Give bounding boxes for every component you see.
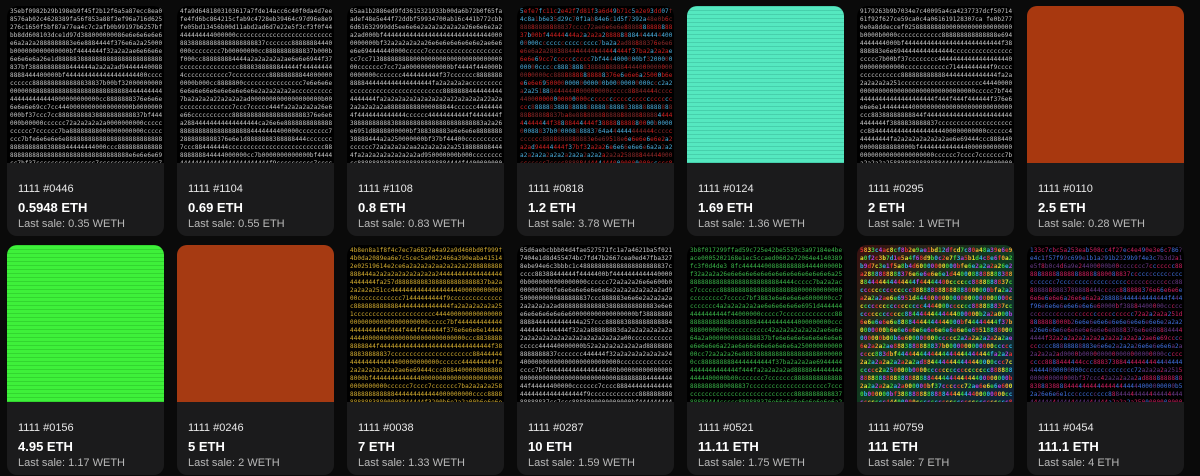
nft-price: 10 ETH (528, 439, 573, 454)
nft-card[interactable]: 4fa9d6481803103617a7fde14acc6c40f0da4d7e… (177, 6, 334, 236)
nft-artwork-image[interactable] (687, 6, 844, 163)
nft-artwork-image[interactable]: 3b8f017299ffad59c725e42be5539c3a97184e4b… (687, 245, 844, 402)
nft-name: 1111 #0446 (18, 183, 74, 195)
nft-card[interactable]: 5efe7fc11c2e42f7d81f3a6d49b71c5a2e93dd07… (517, 6, 674, 236)
nft-price: 2.5 ETH (1038, 200, 1086, 215)
nft-name: 1111 #0124 (698, 183, 754, 195)
nft-price: 0.8 ETH (358, 200, 406, 215)
nft-name: 1111 #0246 (188, 422, 244, 434)
nft-card[interactable]: 1111 #0110 2.5 ETH Last sale: 0.28 WETH (1027, 6, 1184, 236)
nft-last-sale: Last sale: 7 ETH (868, 457, 950, 469)
nft-name: 1111 #1104 (188, 183, 243, 195)
nft-name: 1111 #0287 (528, 422, 584, 434)
nft-card[interactable]: 35ebf0982b29b198eb9f45f2b12f6a5a87ecc8ea… (7, 6, 164, 236)
nft-card[interactable]: 133c7cbc5a253eab508cc4f27ec4e490e3e6c786… (1027, 245, 1184, 475)
nft-artwork-image[interactable]: 65d6aebcbbb04d4fae527571fc1a7a4621ba5f02… (517, 245, 674, 402)
nft-artwork-image[interactable]: 35ebf0982b29b198eb9f45f2b12f6a5a87ecc8ea… (7, 6, 164, 163)
nft-last-sale: Last sale: 3.78 WETH (528, 218, 635, 230)
nft-last-sale: Last sale: 1.59 WETH (528, 457, 635, 469)
nft-name: 1111 #0759 (868, 422, 924, 434)
nft-artwork-image[interactable]: 5efe7fc11c2e42f7d81f3a6d49b71c5a2e93dd07… (517, 6, 674, 163)
nft-artwork-image[interactable] (177, 245, 334, 402)
nft-last-sale: Last sale: 2 WETH (188, 457, 280, 469)
nft-artwork-image[interactable]: 4fa9d6481803103617a7fde14acc6c40f0da4d7e… (177, 6, 334, 163)
nft-name: 1111 #0038 (358, 422, 414, 434)
nft-last-sale: Last sale: 0.55 ETH (188, 218, 285, 230)
nft-name: 1111 #0110 (1038, 183, 1093, 195)
nft-price: 11.11 ETH (698, 439, 759, 454)
nft-card[interactable]: 1111 #0124 1.69 ETH Last sale: 1.36 WETH (687, 6, 844, 236)
nft-name: 1111 #0295 (868, 183, 924, 195)
nft-card[interactable]: 1111 #0156 4.95 ETH Last sale: 1.17 WETH (7, 245, 164, 475)
nft-price: 1.2 ETH (528, 200, 576, 215)
nft-last-sale: Last sale: 1.33 WETH (358, 457, 465, 469)
nft-artwork-image[interactable]: 9179263b9b7034e7c40095a4ca4237737dcf5071… (857, 6, 1014, 163)
nft-name: 1111 #0521 (698, 422, 754, 434)
nft-card[interactable]: 4b8en8a1f8f4c7ec7a6827a4a92a9d460bd0f999… (347, 245, 504, 475)
nft-card[interactable]: 1111 #0246 5 ETH Last sale: 2 WETH (177, 245, 334, 475)
nft-artwork-image[interactable] (7, 245, 164, 402)
nft-price: 5 ETH (188, 439, 225, 454)
nft-price: 111 ETH (868, 439, 918, 454)
nft-card[interactable]: 65aa1b2886ed9fd3615321933b00da6b72b0f65f… (347, 6, 504, 236)
nft-artwork-image[interactable]: 5833c4ac8cf8b2e9ae1bd12dfcd7c80a48a39e6e… (857, 245, 1014, 402)
nft-price: 2 ETH (868, 200, 905, 215)
nft-name: 1111 #0818 (528, 183, 584, 195)
nft-name: 1111 #0454 (1038, 422, 1094, 434)
nft-artwork-image[interactable]: 65aa1b2886ed9fd3615321933b00da6b72b0f65f… (347, 6, 504, 163)
nft-price: 1.69 ETH (698, 200, 753, 215)
nft-card[interactable]: 5833c4ac8cf8b2e9ae1bd12dfcd7c80a48a39e6e… (857, 245, 1014, 475)
nft-price: 4.95 ETH (18, 439, 73, 454)
nft-grid: 35ebf0982b29b198eb9f45f2b12f6a5a87ecc8ea… (0, 0, 1200, 476)
nft-price: 0.5948 ETH (18, 200, 88, 215)
nft-price: 0.69 ETH (188, 200, 243, 215)
nft-card[interactable]: 65d6aebcbbb04d4fae527571fc1a7a4621ba5f02… (517, 245, 674, 475)
nft-price: 111.1 ETH (1038, 439, 1099, 454)
nft-last-sale: Last sale: 1 WETH (868, 218, 960, 230)
nft-artwork-image[interactable]: 4b8en8a1f8f4c7ec7a6827a4a92a9d460bd0f999… (347, 245, 504, 402)
nft-last-sale: Last sale: 0.28 WETH (1038, 218, 1145, 230)
nft-last-sale: Last sale: 1.36 WETH (698, 218, 805, 230)
nft-card[interactable]: 9179263b9b7034e7c40095a4ca4237737dcf5071… (857, 6, 1014, 236)
nft-artwork-image[interactable] (1027, 6, 1184, 163)
nft-last-sale: Last sale: 0.35 WETH (18, 218, 125, 230)
nft-name: 1111 #0156 (18, 422, 74, 434)
nft-last-sale: Last sale: 0.83 WETH (358, 218, 465, 230)
nft-last-sale: Last sale: 1.17 WETH (18, 457, 125, 469)
nft-last-sale: Last sale: 1.75 WETH (698, 457, 805, 469)
nft-last-sale: Last sale: 4 ETH (1038, 457, 1120, 469)
nft-card[interactable]: 3b8f017299ffad59c725e42be5539c3a97184e4b… (687, 245, 844, 475)
nft-artwork-image[interactable]: 133c7cbc5a253eab508cc4f27ec4e490e3e6c786… (1027, 245, 1184, 402)
nft-name: 1111 #1108 (358, 183, 413, 195)
nft-price: 7 ETH (358, 439, 395, 454)
